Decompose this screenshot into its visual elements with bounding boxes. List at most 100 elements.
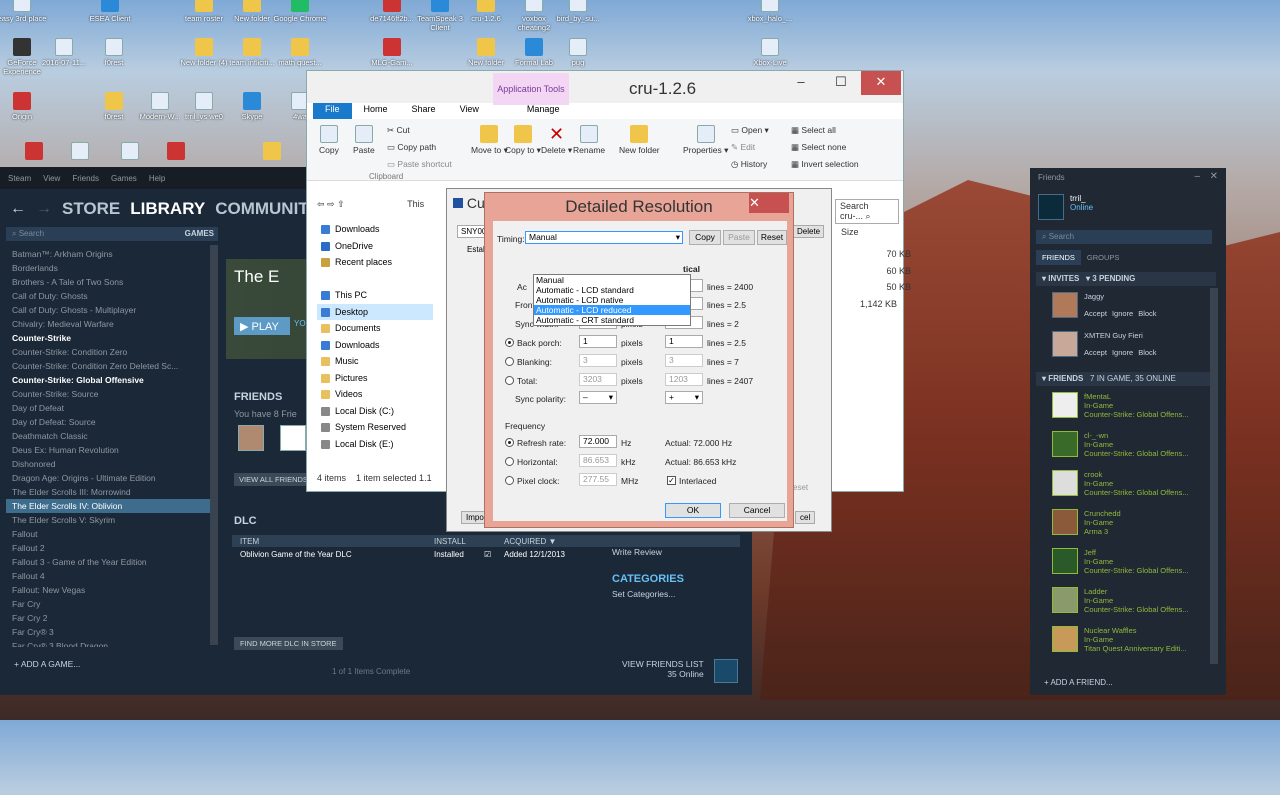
select-none-button[interactable]: ▦ Select none <box>791 142 846 153</box>
timing-option[interactable]: Automatic - CRT standard <box>534 315 690 325</box>
game-list-item[interactable]: Fallout <box>6 527 218 541</box>
steam-menu-item[interactable]: View <box>43 174 60 183</box>
game-list-item[interactable]: Counter-Strike: Source <box>6 387 218 401</box>
game-list-item[interactable]: Counter-Strike: Condition Zero Deleted S… <box>6 359 218 373</box>
friend-item[interactable]: Nuclear Waffles In-Game Titan Quest Annive… <box>1052 626 1222 662</box>
steam-menu-item[interactable]: Steam <box>8 174 31 183</box>
reset-button[interactable]: Reset <box>757 230 787 245</box>
tab-manage[interactable]: Manage <box>515 103 572 119</box>
nav-item[interactable]: Videos <box>317 386 433 403</box>
tab-groups[interactable]: GROUPS <box>1081 250 1126 265</box>
row-h-input[interactable]: 3203 <box>579 373 617 386</box>
nav-item[interactable]: Pictures <box>317 370 433 387</box>
game-list-item[interactable]: Day of Defeat <box>6 401 218 415</box>
nav-item[interactable]: Desktop <box>317 303 433 320</box>
invite-item[interactable]: XMTEN Guy Fieri Accept Ignore Block <box>1052 331 1222 367</box>
invite-accept-button[interactable]: Accept <box>1084 348 1107 357</box>
horizontal-radio[interactable] <box>505 457 514 466</box>
game-list-item[interactable]: Far Cry <box>6 597 218 611</box>
rename-button[interactable]: Rename <box>573 125 605 155</box>
desktop-icon[interactable]: Origin <box>0 92 50 121</box>
delete-button[interactable]: ✕ Delete ▾ <box>541 125 572 156</box>
nav-item[interactable]: Documents <box>317 320 433 337</box>
row-radio[interactable] <box>505 338 514 347</box>
write-review-link[interactable]: Write Review <box>612 547 662 557</box>
game-list-item[interactable]: Borderlands <box>6 261 218 275</box>
view-friends-list[interactable]: VIEW FRIENDS LIST 35 Online <box>622 659 704 679</box>
game-list-item[interactable]: Day of Defeat: Source <box>6 415 218 429</box>
friend-item[interactable]: Jeff In-Game Counter-Strike: Global Offens… <box>1052 548 1222 584</box>
game-list-item[interactable]: Counter-Strike <box>6 331 218 345</box>
timing-option[interactable]: Automatic - LCD reduced <box>534 305 690 315</box>
my-profile[interactable]: trril_ Online <box>1038 194 1093 220</box>
row-h-input[interactable]: 3 <box>579 354 617 367</box>
paste-button[interactable]: Paste <box>723 230 755 245</box>
game-list-item[interactable]: Dragon Age: Origins - Ultimate Edition <box>6 471 218 485</box>
friend-avatar[interactable] <box>238 425 264 451</box>
nav-item[interactable]: Recent places <box>317 254 433 271</box>
nav-item[interactable]: Downloads <box>317 221 433 238</box>
game-list-item[interactable]: Fallout: New Vegas <box>6 583 218 597</box>
history-button[interactable]: ◷ History <box>731 159 767 170</box>
game-list-item[interactable]: Fallout 3 - Game of the Year Edition <box>6 555 218 569</box>
game-list-item[interactable]: Fallout 4 <box>6 569 218 583</box>
close-icon[interactable]: ✕ <box>861 71 901 95</box>
reset-button[interactable]: eset <box>793 483 808 492</box>
timing-option[interactable]: Automatic - LCD standard <box>534 285 690 295</box>
desktop-icon[interactable]: bird_by_su... <box>550 0 606 23</box>
row-v-input[interactable]: 1 <box>665 335 703 348</box>
dlc-col-acquired[interactable]: ACQUIRED ▼ <box>504 537 556 546</box>
game-list-item[interactable]: Far Cry 2 <box>6 611 218 625</box>
pixel-clock-radio[interactable] <box>505 476 514 485</box>
desktop-icon[interactable]: easy 3rd place <box>0 0 50 23</box>
tab-share[interactable]: Share <box>400 103 448 119</box>
app-tools-tab[interactable]: Application Tools <box>493 73 569 105</box>
invite-block-button[interactable]: Block <box>1138 309 1156 318</box>
paste-button[interactable]: Paste <box>353 125 375 155</box>
v-polarity-select[interactable]: + ▾ <box>665 391 703 404</box>
desktop-icon[interactable]: pug <box>550 38 606 67</box>
invite-ignore-button[interactable]: Ignore <box>1112 348 1133 357</box>
game-list-item[interactable]: Deus Ex: Human Revolution <box>6 443 218 457</box>
ok-button[interactable]: OK <box>665 503 721 518</box>
game-list-item[interactable]: Batman™: Arkham Origins <box>6 247 218 261</box>
games-scrollbar[interactable] <box>210 245 218 645</box>
friends-avatar[interactable] <box>714 659 738 683</box>
copy-path-button[interactable]: ▭ Copy path <box>387 142 436 153</box>
row-h-input[interactable]: 1 <box>579 335 617 348</box>
refresh-rate-radio[interactable] <box>505 438 514 447</box>
games-filter-label[interactable]: GAMES <box>185 229 214 238</box>
game-list-item[interactable]: Chivalry: Medieval Warfare <box>6 317 218 331</box>
row-radio[interactable] <box>505 357 514 366</box>
nav-item[interactable]: Local Disk (C:) <box>317 403 433 420</box>
game-list-item[interactable]: The Elder Scrolls III: Morrowind <box>6 485 218 499</box>
new-folder-button[interactable]: New folder <box>619 125 660 155</box>
delete-button[interactable]: Delete <box>793 225 825 238</box>
tab-friends[interactable]: FRIENDS <box>1036 250 1081 265</box>
maximize-icon[interactable]: ☐ <box>821 71 861 95</box>
row-v-input[interactable]: 1203 <box>665 373 703 386</box>
desktop-icon[interactable] <box>148 142 204 162</box>
game-list-item[interactable]: Far Cry® 3 <box>6 625 218 639</box>
paste-shortcut-button[interactable]: ▭ Paste shortcut <box>387 159 452 170</box>
close-icon[interactable]: ✕ <box>749 193 789 213</box>
tab-view[interactable]: View <box>448 103 491 119</box>
game-list-item[interactable]: Far Cry® 3 Blood Dragon <box>6 639 218 647</box>
steam-menu-item[interactable]: Help <box>149 174 165 183</box>
size-column-header[interactable]: Size <box>841 227 859 237</box>
nav-item[interactable]: Music <box>317 353 433 370</box>
copy-button[interactable]: Copy <box>689 230 721 245</box>
game-list-item[interactable]: Call of Duty: Ghosts <box>6 289 218 303</box>
nav-item[interactable]: This PC <box>317 287 433 304</box>
game-list-item[interactable]: Brothers - A Tale of Two Sons <box>6 275 218 289</box>
invite-block-button[interactable]: Block <box>1138 348 1156 357</box>
edit-button[interactable]: ✎ Edit <box>731 142 755 153</box>
add-game-button[interactable]: + ADD A GAME... <box>14 659 80 669</box>
steam-menu-item[interactable]: Friends <box>72 174 99 183</box>
games-search-input[interactable]: ⌕ Search GAMES <box>6 227 218 241</box>
copy-to-button[interactable]: Copy to ▾ <box>505 125 541 156</box>
view-all-friends-button[interactable]: VIEW ALL FRIENDS <box>234 473 313 486</box>
friend-item[interactable]: Crunchedd In-Game Arma 3 <box>1052 509 1222 545</box>
forward-arrow-icon[interactable]: → <box>36 200 52 218</box>
nav-item[interactable]: System Reserved <box>317 419 433 436</box>
